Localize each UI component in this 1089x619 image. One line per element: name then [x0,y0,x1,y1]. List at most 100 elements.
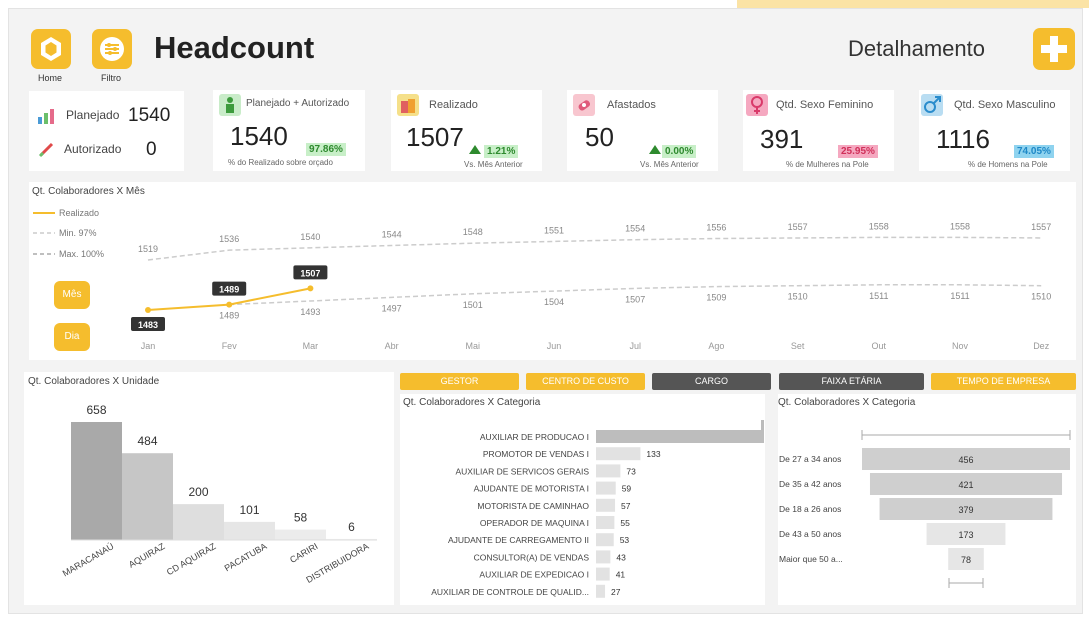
feminino-title: Qtd. Sexo Feminino [776,99,874,111]
page-title: Headcount [154,30,315,65]
category-bar [596,516,615,529]
tab-centro-de-custo[interactable]: CENTRO DE CUSTO [526,373,645,390]
x-tick-label: Mai [466,341,481,351]
series-min-data-label: 1558 [950,221,970,231]
tab-cargo[interactable]: CARGO [652,373,771,390]
legend-realizado-label: Realizado [59,208,99,218]
age-bar-data-label: 421 [958,480,973,490]
unit-chart-card: Qt. Colaboradores X Unidade 658 MARACANAÚ… [24,372,394,605]
category-bar-data-label: 55 [620,518,630,528]
series-max-data-label: 1493 [300,307,320,317]
series-max-data-label: 1511 [950,291,969,301]
category-bar [596,584,606,598]
series-min-data-label: 1551 [544,225,564,235]
person-icon [219,94,241,116]
feminino-badge: 25.95% [838,145,878,158]
unit-x-tick-label: CARIRI [288,541,319,565]
realizado-title: Realizado [429,99,478,111]
autorizado-label: Autorizado [64,142,122,156]
unit-x-tick-label: PACATUBA [223,541,269,573]
unit-bar [173,504,224,540]
age-y-tick-label: De 18 a 26 anos [779,504,841,514]
plus-icon [1041,36,1067,62]
series-min-data-label: 1544 [382,230,402,240]
home-label: Home [38,73,63,83]
category-bar-data-label: 59 [622,484,632,494]
category-y-tick-label: AJUDANTE DE MOTORISTA I [474,484,589,494]
home-icon [41,37,61,61]
age-chart-card: Qt. Colaboradores X Categoria De 27 a 34… [778,394,1076,605]
x-tick-label: Out [872,341,887,351]
masculino-title: Qtd. Sexo Masculino [954,99,1056,111]
series-max-data-label: 1489 [219,311,239,321]
filter-label: Filtro [101,73,121,83]
series-realizado-data-label: 1507 [300,268,320,278]
filter-button[interactable] [92,29,132,69]
series-realizado-data-label: 1489 [219,285,239,295]
x-tick-label: Fev [222,341,238,351]
series-min-data-label: 1548 [463,227,483,237]
series-max-data-label: 1511 [869,291,888,301]
unit-bar-data-label: 200 [188,485,208,499]
unit-bar-data-label: 6 [348,520,355,534]
category-bar [596,430,764,443]
home-button[interactable] [31,29,71,69]
female-icon [746,94,768,116]
category-y-tick-label: AUXILIAR DE EXPEDICAO I [479,570,589,580]
scrollbar-thumb[interactable] [761,420,764,430]
category-y-tick-label: MOTORISTA DE CAMINHAO [477,501,589,511]
day-button[interactable]: Dia [54,323,90,351]
tab-tempo-de-empresa[interactable]: TEMPO DE EMPRESA [931,373,1076,390]
age-bar-data-label: 456 [958,455,973,465]
detail-label: Detalhamento [848,36,985,61]
series-min-data-label: 1540 [300,232,320,242]
up-arrow-icon [649,145,661,154]
realizado-sub: Vs. Mês Anterior [464,160,523,169]
category-y-tick-label: AJUDANTE DE CARREGAMENTO II [448,535,589,545]
series-realizado-point [226,301,233,308]
kpi-realizado-card: Realizado 1507 1.21% Vs. Mês Anterior [391,90,542,171]
series-realizado-point [145,307,151,313]
x-tick-label: Abr [385,341,399,351]
feminino-value: 391 [760,124,804,154]
x-tick-label: Nov [952,341,969,351]
age-y-tick-label: Maior que 50 a... [779,554,843,564]
month-button[interactable]: Mês [54,281,90,309]
realizado-value: 1507 [406,122,464,152]
age-y-tick-label: De 35 a 42 anos [779,479,841,489]
plan-aut-badge: 97.86% [306,143,346,156]
top-accent-strip [737,0,1089,8]
male-icon [921,94,943,116]
series-min-data-label: 1519 [138,244,158,254]
tab-gestor[interactable]: GESTOR [400,373,519,390]
category-y-tick-label: AUXILIAR DE CONTROLE DE QUALID... [431,587,589,597]
category-bar [596,567,610,581]
category-y-tick-label: OPERADOR DE MAQUINA I [480,518,589,528]
category-bar [596,447,641,461]
kpi-plan-aut-card: Planejado + Autorizado 1540 97.86% % do … [213,90,365,171]
series-max-data-label: 1510 [788,292,808,302]
category-bar [596,481,616,495]
category-bar-data-label: 27 [611,587,621,597]
pen-icon [38,142,54,158]
series-realizado-data-label: 1483 [138,320,158,330]
series-min-data-label: 1554 [625,224,645,234]
x-tick-label: Jul [629,341,641,351]
plan-aut-sub: % do Realizado sobre orçado [228,158,333,167]
x-tick-label: Set [791,341,805,351]
feminino-sub: % de Mulheres na Pole [786,160,869,169]
autorizado-value: 0 [146,139,157,160]
unit-bar-data-label: 484 [137,434,157,448]
masculino-badge: 74.05% [1014,145,1054,158]
category-y-tick-label: CONSULTOR(A) DE VENDAS [474,552,590,562]
planejado-label: Planejado [66,108,120,122]
age-y-tick-label: De 27 a 34 anos [779,454,841,464]
category-bar-data-label: 41 [616,570,626,580]
category-bar-data-label: 53 [620,535,630,545]
up-arrow-icon [469,145,481,154]
tab-faixa-etaria[interactable]: FAIXA ETÁRIA [779,373,924,390]
series-max-data-label: 1501 [463,300,483,310]
detail-button[interactable] [1033,28,1075,70]
unit-x-tick-label: CD AQUIRAZ [165,541,218,577]
chart-icon [38,109,54,124]
